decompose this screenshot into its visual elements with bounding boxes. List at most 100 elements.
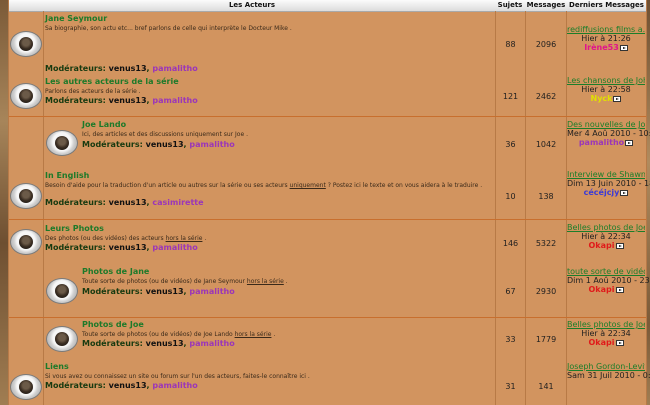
header-posts: Messages: [526, 1, 566, 9]
last-post-author[interactable]: Irène53: [584, 43, 619, 52]
forum-moderators: Modérateurs: venus13, casimirette: [45, 198, 204, 207]
last-post-author[interactable]: pamalitho: [579, 138, 624, 147]
forum-avatar[interactable]: [10, 83, 42, 109]
topic-count: 88: [505, 40, 516, 49]
forum-description: Des photos (ou des vidéos) des acteurs h…: [45, 235, 207, 242]
forum-moderators: Modérateurs: venus13, pamalitho: [45, 64, 198, 73]
topic-count: 121: [502, 92, 519, 101]
topic-count: 10: [505, 192, 516, 201]
header-last-posts: Derniers Messages: [569, 1, 644, 9]
last-post-date: Hier à 22:58: [581, 85, 631, 94]
forum-avatar[interactable]: [10, 374, 42, 400]
last-post-author[interactable]: Okapi: [589, 285, 615, 294]
topic-count: 146: [502, 239, 519, 248]
go-to-post-icon[interactable]: [619, 44, 628, 51]
moderator-link[interactable]: pamalitho: [152, 64, 197, 73]
last-post-link[interactable]: Belles photos de Joe...: [567, 223, 645, 232]
forum-avatar[interactable]: [10, 229, 42, 255]
last-post: Des nouvelles de Joe... Mer 4 Aoû 2010 -…: [567, 120, 650, 147]
last-post-link[interactable]: Des nouvelles de Joe...: [567, 120, 645, 129]
forum-description: Sa biographie, son actu etc... bref parl…: [45, 25, 292, 32]
moderator-link[interactable]: venus13: [146, 339, 184, 348]
last-post-author[interactable]: cécéjcjy: [584, 188, 620, 197]
moderator-link[interactable]: venus13: [109, 198, 147, 207]
forum-moderators: Modérateurs: venus13, pamalitho: [45, 96, 198, 105]
post-count: 2930: [535, 287, 557, 296]
last-post-date: Hier à 22:34: [581, 232, 631, 241]
moderator-link[interactable]: pamalitho: [152, 96, 197, 105]
topic-count: 36: [505, 140, 516, 149]
forum-title[interactable]: In English: [45, 171, 89, 180]
go-to-post-icon[interactable]: [613, 95, 622, 102]
last-post-date: Sam 31 Juil 2010 - 0:21: [567, 371, 650, 380]
forum-moderators: Modérateurs: venus13, pamalitho: [82, 339, 235, 348]
forum-moderators: Modérateurs: venus13, pamalitho: [82, 287, 235, 296]
forum-avatar[interactable]: [46, 130, 78, 156]
forum-description: Besoin d'aide pour la traduction d'un ar…: [45, 182, 483, 189]
last-post-link[interactable]: Interview de Shawn T...: [567, 170, 645, 179]
forum-title[interactable]: Les autres acteurs de la série: [45, 77, 179, 86]
moderator-link[interactable]: pamalitho: [189, 140, 234, 149]
last-post: Interview de Shawn T... Dim 13 Juin 2010…: [567, 170, 650, 197]
forum-title[interactable]: Photos de Joe: [82, 320, 144, 329]
last-post: Belles photos de Joe... Hier à 22:34 Oka…: [567, 320, 645, 347]
forum-moderators: Modérateurs: venus13, pamalitho: [45, 381, 198, 390]
moderator-link[interactable]: venus13: [109, 64, 147, 73]
forum-title[interactable]: Joe Lando: [82, 120, 126, 129]
last-post-date: Dim 1 Aoû 2010 - 23:46: [567, 276, 650, 285]
last-post-author[interactable]: Nyck: [591, 94, 613, 103]
post-count: 2096: [535, 40, 557, 49]
forum-moderators: Modérateurs: venus13, pamalitho: [45, 243, 198, 252]
last-post: toute sorte de vidéo... Dim 1 Aoû 2010 -…: [567, 267, 650, 294]
last-post: Les chansons de John... Hier à 22:58 Nyc…: [567, 76, 645, 103]
last-post: Joseph Gordon-Levitt... Sam 31 Juil 2010…: [567, 362, 650, 380]
forum-description: Si vous avez ou connaissez un site ou fo…: [45, 373, 310, 380]
topic-count: 67: [505, 287, 516, 296]
topic-count: 31: [505, 382, 516, 391]
go-to-post-icon[interactable]: [625, 139, 634, 146]
header-topics: Sujets: [497, 1, 523, 9]
table-header: Les Acteurs Sujets Messages Derniers Mes…: [9, 0, 646, 12]
moderator-link[interactable]: casimirette: [152, 198, 203, 207]
last-post-link[interactable]: Les chansons de John...: [567, 76, 645, 85]
last-post-date: Dim 13 Juin 2010 - 18:52: [567, 179, 650, 188]
go-to-post-icon[interactable]: [620, 189, 629, 196]
moderator-link[interactable]: venus13: [146, 287, 184, 296]
moderator-link[interactable]: venus13: [109, 243, 147, 252]
moderator-link[interactable]: venus13: [146, 140, 184, 149]
go-to-post-icon[interactable]: [615, 286, 624, 293]
underlined-word: hors la série: [246, 278, 284, 285]
last-post-link[interactable]: toute sorte de vidéo...: [567, 267, 645, 276]
forum-avatar[interactable]: [46, 278, 78, 304]
topic-count: 33: [505, 335, 516, 344]
post-count: 141: [538, 382, 554, 391]
moderator-link[interactable]: pamalitho: [189, 287, 234, 296]
forum-title[interactable]: Liens: [45, 362, 69, 371]
forum-description: Ici, des articles et des discussions uni…: [82, 131, 248, 138]
last-post-author[interactable]: Okapi: [589, 338, 615, 347]
moderator-link[interactable]: pamalitho: [152, 243, 197, 252]
last-post: Belles photos de Joe... Hier à 22:34 Oka…: [567, 223, 645, 250]
moderator-link[interactable]: venus13: [109, 381, 147, 390]
header-forum: Les Acteurs: [228, 1, 276, 9]
forum-title[interactable]: Jane Seymour: [45, 14, 107, 23]
post-count: 5322: [535, 239, 557, 248]
forum-table: Les Acteurs Sujets Messages Derniers Mes…: [8, 0, 650, 405]
go-to-post-icon[interactable]: [615, 242, 624, 249]
last-post-date: Hier à 22:34: [581, 329, 631, 338]
forum-avatar[interactable]: [10, 183, 42, 209]
forum-avatar[interactable]: [10, 31, 42, 57]
underlined-word: uniquement: [289, 182, 326, 189]
last-post-link[interactable]: rediffusions films a...: [567, 25, 645, 34]
go-to-post-icon[interactable]: [615, 339, 624, 346]
forum-title[interactable]: Leurs Photos: [45, 224, 104, 233]
last-post-link[interactable]: Belles photos de Joe...: [567, 320, 645, 329]
moderator-link[interactable]: pamalitho: [189, 339, 234, 348]
last-post-author[interactable]: Okapi: [589, 241, 615, 250]
forum-title[interactable]: Photos de Jane: [82, 267, 149, 276]
moderator-link[interactable]: venus13: [109, 96, 147, 105]
post-count: 138: [538, 192, 554, 201]
forum-avatar[interactable]: [46, 326, 78, 352]
moderator-link[interactable]: pamalitho: [152, 381, 197, 390]
last-post-link[interactable]: Joseph Gordon-Levitt...: [567, 362, 645, 371]
